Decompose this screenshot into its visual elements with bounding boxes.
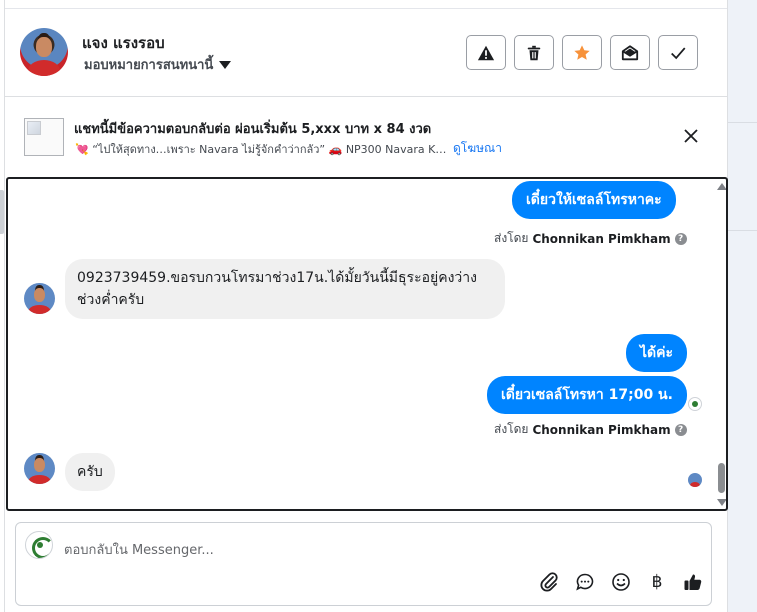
send-like-button[interactable] <box>682 571 704 593</box>
caret-down-icon <box>219 60 232 69</box>
message-line: 0923739459.ขอรบกวนโทรมาช่วง17น.ได้มั้ยวั… <box>77 270 477 286</box>
conversation-header: แจง แรงรอบ มอบหมายการสนทนานี้ <box>5 9 727 97</box>
sent-by-label: ส่งโดย Chonnikan Pimkham ? <box>494 229 687 248</box>
incoming-message[interactable]: 0923739459.ขอรบกวนโทรมาช่วง17น.ได้มั้ยวั… <box>65 259 505 319</box>
help-icon[interactable]: ? <box>674 232 687 245</box>
customer-avatar[interactable] <box>20 28 68 76</box>
assign-label: มอบหมายการสนทนานี้ <box>84 58 214 73</box>
mark-unread-button[interactable] <box>610 35 650 70</box>
sent-by-agent-name: Chonnikan Pimkham <box>532 422 671 437</box>
reply-input[interactable]: ตอบกลับใน Messenger... <box>64 539 214 560</box>
outgoing-message[interactable]: ได้ค่ะ <box>626 334 688 372</box>
sent-by-prefix: ส่งโดย <box>494 231 529 245</box>
customer-name[interactable]: แจง แรงรอบ <box>82 31 165 55</box>
page-seen-indicator <box>688 397 702 411</box>
attach-file-button[interactable] <box>538 571 560 593</box>
star-button[interactable] <box>562 35 602 70</box>
scrollbar-thumb[interactable] <box>718 463 725 493</box>
reply-composer[interactable]: ตอบกลับใน Messenger... ฿ <box>15 522 712 606</box>
help-icon[interactable]: ? <box>674 423 687 436</box>
page-logo-icon <box>25 531 53 559</box>
envelope-open-icon <box>621 44 639 60</box>
message-line: ช่วงค่ำครับ <box>77 292 145 308</box>
customer-seen-indicator <box>688 473 702 487</box>
outgoing-message[interactable]: เดี๋ยวให้เซลล์โทรหาคะ <box>512 181 676 219</box>
ad-context-banner: แชทนี้มีข้อความตอบกลับต่อ ผ่อนเริ่มต้น 5… <box>5 98 727 174</box>
speech-bubble-icon <box>576 573 594 591</box>
customer-avatar-small <box>24 283 55 314</box>
assign-conversation-dropdown[interactable]: มอบหมายการสนทนานี้ <box>84 54 232 75</box>
right-panel-strip <box>728 0 757 612</box>
baht-icon: ฿ <box>651 572 663 592</box>
saved-replies-button[interactable] <box>574 571 596 593</box>
message-thread[interactable]: เดี๋ยวให้เซลล์โทรหาคะ ส่งโดย Chonnikan P… <box>6 177 728 511</box>
warning-icon <box>477 45 495 60</box>
sent-by-agent-name: Chonnikan Pimkham <box>532 231 671 246</box>
trash-icon <box>527 45 541 60</box>
thread-scrollbar[interactable] <box>715 179 726 509</box>
payment-button[interactable]: ฿ <box>646 571 668 593</box>
close-icon[interactable] <box>682 127 700 145</box>
check-icon <box>671 46 686 59</box>
incoming-message[interactable]: ครับ <box>65 453 115 491</box>
thumbs-up-icon <box>684 574 702 590</box>
sent-by-label: ส่งโดย Chonnikan Pimkham ? <box>494 420 687 439</box>
star-icon <box>574 44 590 60</box>
view-ad-link[interactable]: ดูโฆษณา <box>453 139 502 158</box>
ad-thumbnail-image[interactable] <box>24 118 64 156</box>
scroll-up-arrow-icon[interactable] <box>717 183 726 190</box>
scroll-down-arrow-icon[interactable] <box>717 499 726 506</box>
report-spam-button[interactable] <box>466 35 506 70</box>
mark-done-button[interactable] <box>658 35 698 70</box>
delete-button[interactable] <box>514 35 554 70</box>
customer-avatar-small <box>24 453 55 484</box>
sent-by-prefix: ส่งโดย <box>494 422 529 436</box>
emoji-button[interactable] <box>610 571 632 593</box>
ad-title: แชทนี้มีข้อความตอบกลับต่อ ผ่อนเริ่มต้น 5… <box>74 122 432 137</box>
emoji-icon <box>612 573 630 591</box>
outgoing-message[interactable]: เดี๋ยวเซลล์โทรหา 17;00 น. <box>487 376 687 414</box>
paperclip-icon <box>540 572 558 592</box>
ad-subtitle: 💘 “ไปให้สุดทาง…เพราะ Navara ไม่รู้จักคำว… <box>75 143 447 156</box>
